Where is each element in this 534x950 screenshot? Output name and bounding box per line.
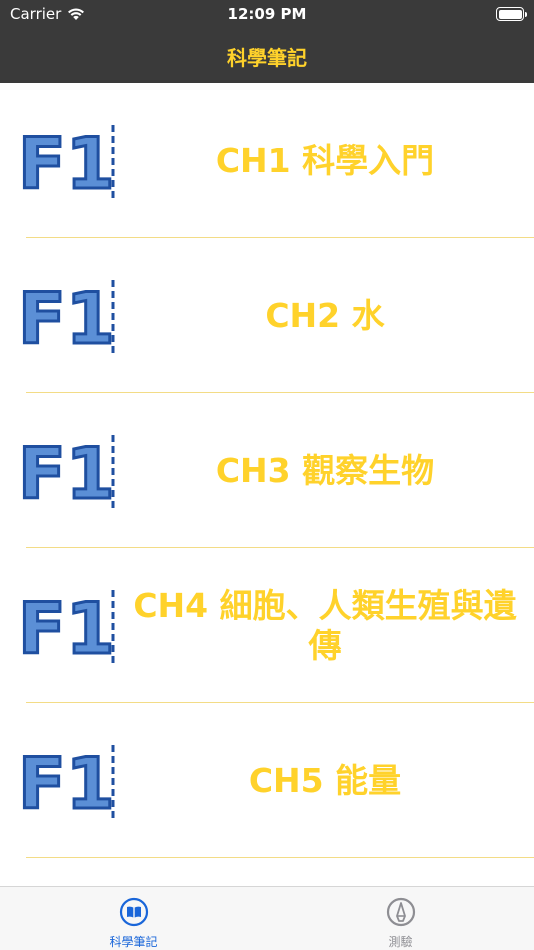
chapter-row-1[interactable]: F1 CH1 科學入門: [0, 83, 534, 238]
f1-thumbnail-icon: F1: [17, 742, 117, 822]
chapter-title: CH1 科學入門: [215, 140, 435, 180]
thumbnail-text: F1: [18, 123, 115, 201]
page-title: 科學筆記: [227, 46, 307, 70]
f1-thumbnail-icon: F1: [17, 122, 117, 202]
chapter-title: CH5 能量: [248, 760, 402, 800]
f1-thumbnail-icon: F1: [17, 432, 117, 512]
status-time: 12:09 PM: [227, 5, 307, 23]
thumbnail-text: F1: [18, 278, 115, 356]
chapter-list[interactable]: F1 CH1 科學入門 F1 CH2 水 F1 CH3 觀察生物 F1 CH4 …: [0, 83, 534, 886]
thumbnail-text: F1: [18, 743, 115, 821]
chapter-row-4[interactable]: F1 CH4 細胞、人類生殖與遺傳: [0, 548, 534, 703]
chapter-title: CH3 觀察生物: [215, 450, 435, 490]
navigation-bar: Carrier 12:09 PM 科學筆記: [0, 0, 534, 83]
tab-bar: 科學筆記 測驗: [0, 886, 534, 950]
f1-thumbnail-icon: F1: [17, 587, 117, 667]
book-icon: [119, 897, 148, 927]
chapter-row-2[interactable]: F1 CH2 水: [0, 238, 534, 393]
battery-icon: [496, 7, 527, 21]
chapter-title: CH4 細胞、人類生殖與遺傳: [133, 585, 517, 665]
status-bar: Carrier 12:09 PM: [0, 0, 534, 30]
f1-thumbnail-icon: F1: [17, 277, 117, 357]
tab-label: 科學筆記: [109, 935, 158, 949]
chapter-row-3[interactable]: F1 CH3 觀察生物: [0, 393, 534, 548]
tab-science-notes[interactable]: 科學筆記: [0, 887, 267, 950]
thumbnail-text: F1: [18, 588, 115, 666]
tab-quiz[interactable]: 測驗: [267, 887, 534, 950]
pencil-icon: [386, 897, 415, 927]
thumbnail-text: F1: [18, 433, 115, 511]
chapter-row-5[interactable]: F1 CH5 能量: [0, 703, 534, 858]
chapter-title: CH2 水: [265, 295, 385, 335]
tab-label: 測驗: [388, 935, 413, 949]
